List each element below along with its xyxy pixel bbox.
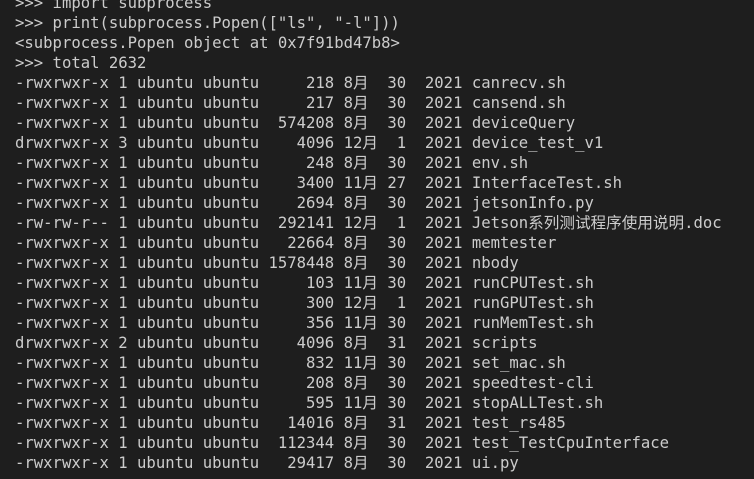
file-listing-row: -rwxrwxr-x 1 ubuntu ubuntu 112344 8月 30 … [15, 434, 669, 452]
file-listing-row: -rwxrwxr-x 1 ubuntu ubuntu 103 11月 30 20… [15, 274, 594, 292]
file-listing-row: -rwxrwxr-x 1 ubuntu ubuntu 22664 8月 30 2… [15, 234, 557, 252]
file-listing-row: -rwxrwxr-x 1 ubuntu ubuntu 3400 11月 27 2… [15, 174, 623, 192]
terminal-line-prompt: >>> total 2632 [15, 54, 147, 72]
file-listing-row: -rwxrwxr-x 1 ubuntu ubuntu 595 11月 30 20… [15, 394, 604, 412]
file-listing-row: -rwxrwxr-x 1 ubuntu ubuntu 208 8月 30 202… [15, 374, 594, 392]
terminal-line-output: <subprocess.Popen object at 0x7f91bd47b8… [15, 34, 400, 52]
file-listing-row: -rwxrwxr-x 1 ubuntu ubuntu 29417 8月 30 2… [15, 454, 519, 472]
file-listing-row: -rwxrwxr-x 1 ubuntu ubuntu 248 8月 30 202… [15, 154, 529, 172]
file-listing-row: -rwxrwxr-x 1 ubuntu ubuntu 356 11月 30 20… [15, 314, 594, 332]
file-listing-row: -rwxrwxr-x 1 ubuntu ubuntu 1578448 8月 30… [15, 254, 519, 272]
file-listing-row: -rwxrwxr-x 1 ubuntu ubuntu 300 12月 1 202… [15, 294, 594, 312]
file-listing-row: -rwxrwxr-x 1 ubuntu ubuntu 218 8月 30 202… [15, 74, 566, 92]
terminal-line-command: >>> print(subprocess.Popen(["ls", "-l"])… [15, 14, 400, 32]
file-listing-row: drwxrwxr-x 3 ubuntu ubuntu 4096 12月 1 20… [15, 134, 604, 152]
file-listing-row: -rwxrwxr-x 1 ubuntu ubuntu 14016 8月 31 2… [15, 414, 566, 432]
terminal-line-command: >>> import subprocess [15, 0, 213, 12]
file-listing-row: -rw-rw-r-- 1 ubuntu ubuntu 292141 12月 1 … [15, 214, 722, 232]
file-listing-row: -rwxrwxr-x 1 ubuntu ubuntu 2694 8月 30 20… [15, 194, 594, 212]
file-listing-row: -rwxrwxr-x 1 ubuntu ubuntu 217 8月 30 202… [15, 94, 566, 112]
file-listing-row: -rwxrwxr-x 1 ubuntu ubuntu 832 11月 30 20… [15, 354, 566, 372]
terminal-output[interactable]: >>> import subprocess >>> print(subproce… [0, 0, 754, 473]
file-listing-row: drwxrwxr-x 2 ubuntu ubuntu 4096 8月 31 20… [15, 334, 538, 352]
file-listing-row: -rwxrwxr-x 1 ubuntu ubuntu 574208 8月 30 … [15, 114, 576, 132]
